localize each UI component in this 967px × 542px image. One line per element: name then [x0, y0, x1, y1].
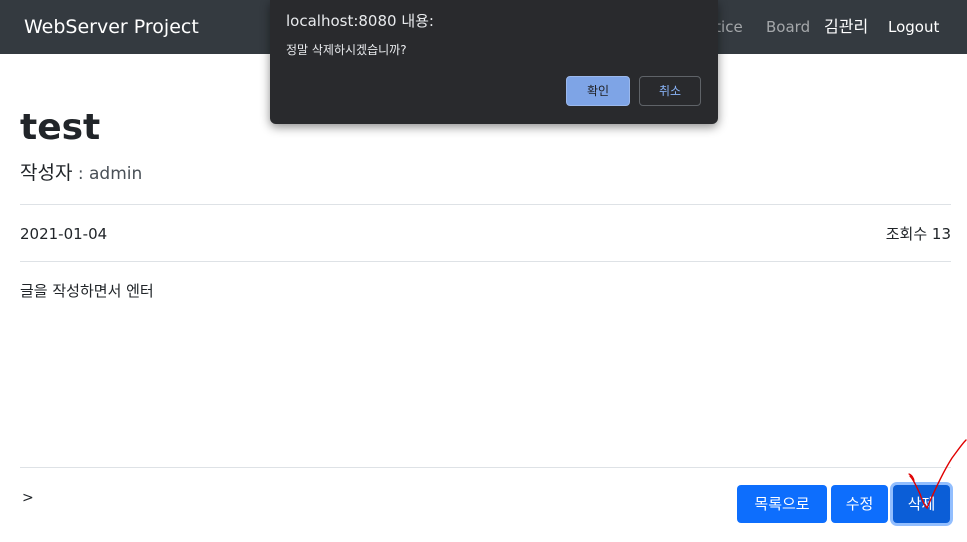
divider-top: [20, 204, 951, 205]
post-views: 조회수 13: [886, 224, 951, 244]
dialog-title: localhost:8080 내용:: [286, 12, 434, 30]
author-separator: :: [72, 164, 89, 184]
page: WebServer Project otice Board 김관리 Logout…: [0, 0, 967, 542]
dialog-ok-button[interactable]: 확인: [566, 76, 630, 106]
author-name: admin: [89, 164, 143, 184]
post-content: 글을 작성하면서 엔터: [20, 282, 154, 300]
views-count: 13: [931, 225, 951, 243]
views-label: 조회수: [885, 225, 928, 243]
list-button[interactable]: 목록으로: [737, 485, 827, 523]
author-label: 작성자: [20, 162, 73, 184]
post-date: 2021-01-04: [20, 225, 108, 243]
delete-button[interactable]: 삭제: [893, 485, 950, 523]
divider-bottom: [20, 467, 951, 468]
nav-user[interactable]: 김관리: [824, 17, 868, 37]
content-extra: >: [22, 490, 34, 506]
dialog-cancel-button[interactable]: 취소: [639, 76, 701, 106]
nav-logout[interactable]: Logout: [888, 17, 939, 37]
author-row: 작성자 : admin: [20, 160, 142, 187]
confirm-dialog: localhost:8080 내용: 정말 삭제하시겠습니까? 확인 취소: [270, 0, 718, 124]
brand-link[interactable]: WebServer Project: [24, 15, 199, 39]
nav-board[interactable]: Board: [766, 17, 810, 37]
post-title: test: [20, 107, 101, 148]
dialog-message: 정말 삭제하시겠습니까?: [286, 43, 407, 57]
divider-middle: [20, 261, 951, 262]
edit-button[interactable]: 수정: [831, 485, 888, 523]
